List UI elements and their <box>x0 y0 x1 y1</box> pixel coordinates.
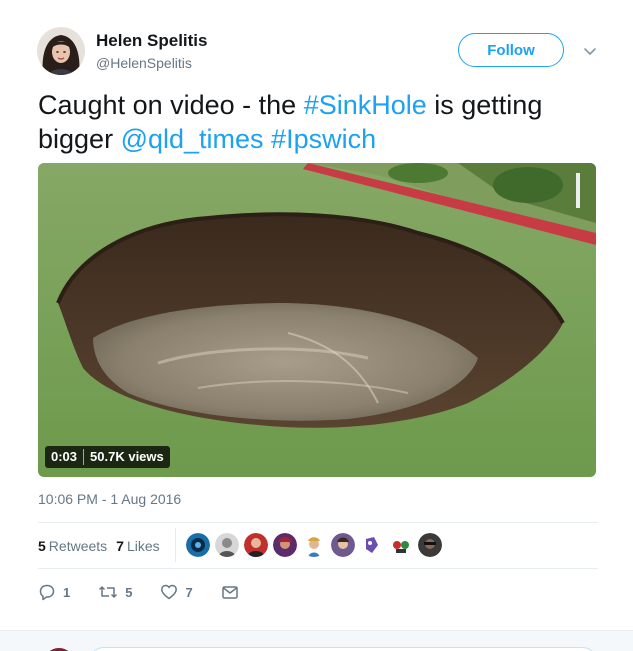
message-button[interactable] <box>221 583 246 601</box>
liker-avatar[interactable] <box>215 533 239 557</box>
hashtag-ipswich[interactable]: #Ipswich <box>271 124 376 154</box>
liker-avatar[interactable] <box>331 533 355 557</box>
like-button[interactable]: 7 <box>160 583 193 601</box>
tweet-actions: 1 5 7 <box>38 580 274 604</box>
video-info-badge: 0:03 50.7K views <box>45 446 170 468</box>
reply-icon <box>39 584 55 601</box>
retweet-button[interactable]: 5 <box>98 583 132 601</box>
heart-icon <box>161 584 178 600</box>
divider <box>38 568 598 569</box>
retweets-count: 5 <box>38 538 46 554</box>
video-player[interactable] <box>38 163 596 477</box>
liker-avatar[interactable] <box>302 533 326 557</box>
like-count: 7 <box>185 584 193 600</box>
retweets-stat[interactable]: 5 Retweets <box>38 538 107 554</box>
reply-count: 1 <box>63 584 71 600</box>
likes-count: 7 <box>116 538 124 554</box>
author-handle[interactable]: @HelenSpelitis <box>96 55 192 71</box>
liker-avatar[interactable] <box>244 533 268 557</box>
reply-button[interactable]: 1 <box>38 583 70 601</box>
liker-avatar[interactable] <box>360 533 384 557</box>
liker-avatars <box>186 533 447 557</box>
mention-qld-times[interactable]: @qld_times <box>121 124 264 154</box>
author-avatar[interactable] <box>37 27 85 75</box>
follow-button[interactable]: Follow <box>458 33 564 67</box>
liker-avatar[interactable] <box>273 533 297 557</box>
likes-stat[interactable]: 7 Likes <box>116 538 159 554</box>
retweets-label: Retweets <box>48 538 108 554</box>
reply-area <box>0 630 633 651</box>
hashtag-sinkhole[interactable]: #SinkHole <box>304 90 427 120</box>
tweet-text: Caught on video - the #SinkHole is getti… <box>38 88 598 156</box>
tweet-text-prefix: Caught on video - the <box>38 90 304 120</box>
stats-divider <box>175 528 176 562</box>
retweet-icon <box>99 586 118 598</box>
video-views: 50.7K views <box>90 449 164 464</box>
video-duration: 0:03 <box>51 449 78 464</box>
tweet-card: Helen Spelitis @HelenSpelitis Follow Cau… <box>0 0 633 651</box>
reply-input[interactable] <box>88 647 598 651</box>
author-name[interactable]: Helen Spelitis <box>96 31 207 51</box>
tweet-stats: 5 Retweets 7 Likes <box>38 536 169 556</box>
divider <box>38 522 598 523</box>
likes-label: Likes <box>126 538 160 554</box>
liker-avatar[interactable] <box>389 533 413 557</box>
chevron-down-icon[interactable] <box>580 41 600 61</box>
envelope-icon <box>221 586 238 599</box>
retweet-count: 5 <box>125 584 133 600</box>
tweet-timestamp[interactable]: 10:06 PM - 1 Aug 2016 <box>38 491 181 507</box>
liker-avatar[interactable] <box>418 533 442 557</box>
liker-avatar[interactable] <box>186 533 210 557</box>
